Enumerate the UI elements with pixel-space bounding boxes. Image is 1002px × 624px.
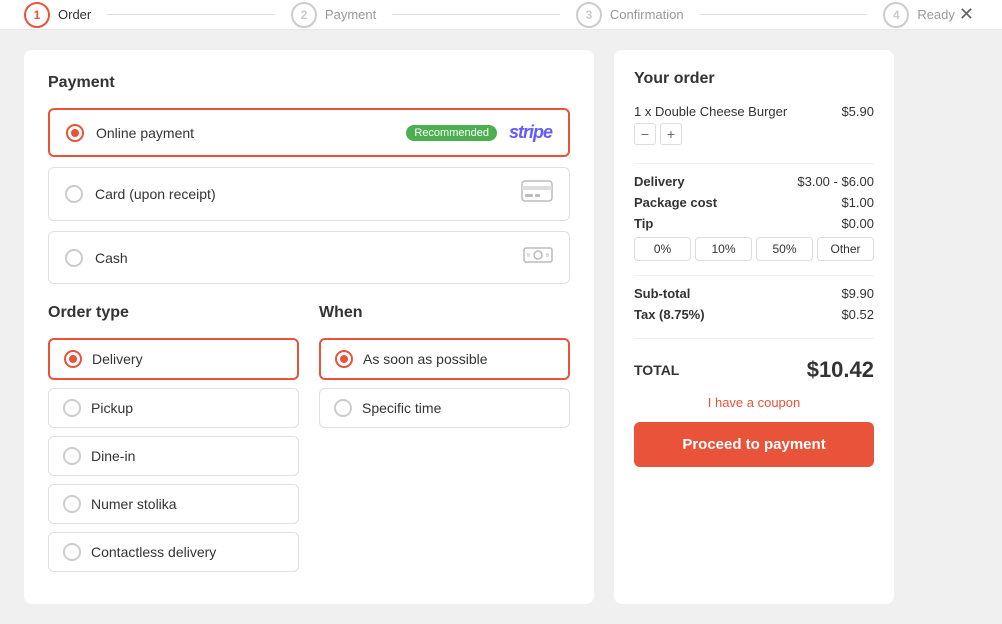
radio-contactless — [63, 543, 81, 561]
radio-pickup — [63, 399, 81, 417]
step-line-1 — [107, 14, 275, 15]
payment-option-card[interactable]: Card (upon receipt) — [48, 167, 570, 221]
radio-asap — [335, 350, 353, 368]
when-specific[interactable]: Specific time — [319, 388, 570, 428]
radio-numer-stolika — [63, 495, 81, 513]
steps: 1 Order 2 Payment 3 Confirmation 4 Ready — [24, 2, 955, 28]
tip-10-button[interactable]: 10% — [695, 237, 752, 261]
total-row: TOTAL $10.42 — [634, 357, 874, 383]
subtotal-label: Sub-total — [634, 286, 690, 301]
divider-2 — [634, 275, 874, 276]
order-type-contactless[interactable]: Contactless delivery — [48, 532, 299, 572]
step-3-label: Confirmation — [610, 7, 684, 22]
close-button[interactable]: ✕ — [955, 0, 978, 29]
order-type-numer-stolika[interactable]: Numer stolika — [48, 484, 299, 524]
tax-label: Tax (8.75%) — [634, 307, 705, 322]
order-type-delivery[interactable]: Delivery — [48, 338, 299, 380]
tip-label: Tip — [634, 216, 653, 231]
tax-value: $0.52 — [841, 307, 874, 322]
step-1-label: Order — [58, 7, 91, 22]
order-item-price: $5.90 — [841, 104, 874, 119]
order-item-name: 1 x Double Cheese Burger — [634, 104, 787, 119]
radio-dine-in — [63, 447, 81, 465]
qty-minus-button[interactable]: − — [634, 123, 656, 145]
step-line-2 — [392, 14, 560, 15]
step-2-label: Payment — [325, 7, 376, 22]
delivery-row: Delivery $3.00 - $6.00 — [634, 174, 874, 189]
divider-1 — [634, 163, 874, 164]
tip-50-button[interactable]: 50% — [756, 237, 813, 261]
tax-row: Tax (8.75%) $0.52 — [634, 307, 874, 322]
radio-card — [65, 185, 83, 203]
divider-3 — [634, 338, 874, 339]
top-bar: 1 Order 2 Payment 3 Confirmation 4 Ready… — [0, 0, 1002, 30]
tip-row: Tip $0.00 — [634, 216, 874, 231]
payment-option-cash[interactable]: Cash — [48, 231, 570, 284]
subtotal-value: $9.90 — [841, 286, 874, 301]
step-2-circle: 2 — [291, 2, 317, 28]
when-asap[interactable]: As soon as possible — [319, 338, 570, 380]
asap-label: As soon as possible — [363, 351, 488, 367]
order-item-row: 1 x Double Cheese Burger − + $5.90 — [634, 104, 874, 145]
payment-section-title: Payment — [48, 74, 570, 92]
step-4: 4 Ready — [883, 2, 955, 28]
stripe-logo: stripe — [509, 122, 552, 143]
delivery-cost-value: $3.00 - $6.00 — [797, 174, 874, 189]
coupon-link[interactable]: I have a coupon — [634, 395, 874, 410]
when-col: When As soon as possible Specific time — [319, 304, 570, 580]
radio-delivery — [64, 350, 82, 368]
tip-other-button[interactable]: Other — [817, 237, 874, 261]
right-panel: Your order 1 x Double Cheese Burger − + … — [614, 50, 894, 604]
step-3-circle: 3 — [576, 2, 602, 28]
two-col: Order type Delivery Pickup Dine-in Numer… — [48, 304, 570, 580]
radio-online — [66, 124, 84, 142]
order-type-title: Order type — [48, 304, 299, 322]
card-payment-label: Card (upon receipt) — [95, 186, 509, 202]
online-payment-label: Online payment — [96, 125, 394, 141]
step-1: 1 Order — [24, 2, 91, 28]
your-order-title: Your order — [634, 70, 874, 88]
step-4-circle: 4 — [883, 2, 909, 28]
order-type-col: Order type Delivery Pickup Dine-in Numer… — [48, 304, 299, 580]
cash-icon — [523, 244, 553, 271]
card-icon — [521, 180, 553, 208]
dine-in-label: Dine-in — [91, 448, 135, 464]
contactless-label: Contactless delivery — [91, 544, 216, 560]
delivery-cost-label: Delivery — [634, 174, 685, 189]
tip-value: $0.00 — [841, 216, 874, 231]
package-cost-label: Package cost — [634, 195, 717, 210]
order-type-dine-in[interactable]: Dine-in — [48, 436, 299, 476]
step-3: 3 Confirmation — [576, 2, 684, 28]
tip-buttons-row: 0% 10% 50% Other — [634, 237, 874, 261]
step-line-3 — [700, 14, 868, 15]
radio-specific — [334, 399, 352, 417]
when-title: When — [319, 304, 570, 322]
order-item-details: 1 x Double Cheese Burger − + — [634, 104, 787, 145]
recommended-badge: Recommended — [406, 125, 497, 141]
package-row: Package cost $1.00 — [634, 195, 874, 210]
delivery-label: Delivery — [92, 351, 143, 367]
radio-cash — [65, 249, 83, 267]
proceed-button[interactable]: Proceed to payment — [634, 422, 874, 467]
step-2: 2 Payment — [291, 2, 376, 28]
package-cost-value: $1.00 — [841, 195, 874, 210]
subtotal-row: Sub-total $9.90 — [634, 286, 874, 301]
total-label: TOTAL — [634, 362, 679, 378]
order-type-pickup[interactable]: Pickup — [48, 388, 299, 428]
numer-stolika-label: Numer stolika — [91, 496, 177, 512]
total-value: $10.42 — [807, 357, 874, 383]
payment-option-online[interactable]: Online payment Recommended stripe — [48, 108, 570, 157]
step-4-label: Ready — [917, 7, 955, 22]
pickup-label: Pickup — [91, 400, 133, 416]
step-1-circle: 1 — [24, 2, 50, 28]
specific-time-label: Specific time — [362, 400, 441, 416]
cash-label: Cash — [95, 250, 511, 266]
tip-0-button[interactable]: 0% — [634, 237, 691, 261]
left-panel: Payment Online payment Recommended strip… — [24, 50, 594, 604]
qty-plus-button[interactable]: + — [660, 123, 682, 145]
main-content: Payment Online payment Recommended strip… — [0, 30, 1002, 624]
qty-controls: − + — [634, 123, 787, 145]
